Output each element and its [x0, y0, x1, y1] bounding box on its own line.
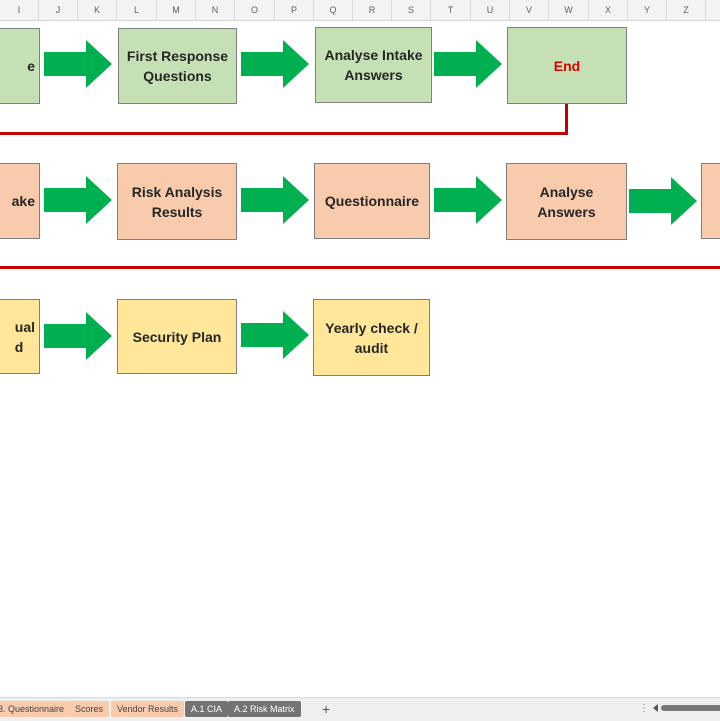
- sheet-tab-a2-risk-matrix[interactable]: A.2 Risk Matrix: [228, 701, 301, 717]
- more-options-icon[interactable]: ⋮: [639, 702, 649, 716]
- flow-box-analyse-answers[interactable]: Analyse Answers: [506, 163, 627, 240]
- column-header-r[interactable]: R: [353, 0, 392, 20]
- arrow-right-icon: [44, 312, 112, 360]
- column-header-p[interactable]: P: [275, 0, 314, 20]
- flow-box-intake[interactable]: ake: [0, 163, 40, 239]
- flow-box-label: Security Plan: [132, 328, 222, 345]
- column-header-s[interactable]: S: [392, 0, 431, 20]
- flow-box-questionnaire[interactable]: Questionnaire: [314, 163, 430, 239]
- arrow-right-icon: [434, 40, 502, 88]
- arrow-right-icon: [629, 177, 697, 225]
- arrow-right-icon: [44, 176, 112, 224]
- column-header-o[interactable]: O: [235, 0, 275, 20]
- flow-box-label-end: End: [553, 57, 581, 74]
- arrow-right-icon: [241, 311, 309, 359]
- column-header-aa[interactable]: [706, 0, 720, 20]
- sheet-tab-questionnaire[interactable]: 3. Questionnaire: [0, 701, 71, 717]
- sheet-tab-bar: 3. Questionnaire Scores Vendor Results A…: [0, 697, 720, 721]
- arrow-right-icon: [434, 176, 502, 224]
- add-sheet-button[interactable]: +: [322, 700, 330, 718]
- column-header-j[interactable]: J: [39, 0, 78, 20]
- column-header-x[interactable]: X: [589, 0, 628, 20]
- column-header-z[interactable]: Z: [667, 0, 706, 20]
- flow-box-yearly-check-audit[interactable]: Yearly check / audit: [313, 299, 430, 376]
- flow-box-label: Risk Analysis Results: [131, 183, 223, 220]
- column-header-w[interactable]: W: [549, 0, 589, 20]
- column-header-k[interactable]: K: [78, 0, 117, 20]
- scroll-left-icon[interactable]: [653, 704, 658, 712]
- column-header-bar: I J K L M N O P Q R S T U V W X Y Z: [0, 0, 720, 21]
- flow-box-label: ake: [11, 193, 35, 209]
- horizontal-scrollbar-thumb[interactable]: [661, 705, 720, 711]
- connector-line-horizontal: [0, 266, 720, 269]
- column-header-t[interactable]: T: [431, 0, 471, 20]
- flow-box-risk-analysis-results[interactable]: Risk Analysis Results: [117, 163, 237, 240]
- column-header-u[interactable]: U: [471, 0, 510, 20]
- flow-box-label: Analyse Answers: [537, 183, 596, 220]
- flow-box-label: First Response Questions: [126, 48, 229, 84]
- column-header-q[interactable]: Q: [314, 0, 353, 20]
- arrow-right-icon: [241, 40, 309, 88]
- flow-box-label: ual d: [14, 318, 35, 355]
- column-header-m[interactable]: M: [157, 0, 196, 20]
- flow-box-label: e: [27, 58, 35, 74]
- flow-box-security-plan[interactable]: Security Plan: [117, 299, 237, 374]
- flow-box-first-response-questions[interactable]: First Response Questions: [118, 28, 237, 104]
- column-header-l[interactable]: L: [117, 0, 157, 20]
- flow-box-label: Analyse Intake Answers: [324, 47, 423, 83]
- connector-line-horizontal: [0, 132, 568, 135]
- arrow-right-icon: [44, 40, 112, 88]
- column-header-i[interactable]: I: [0, 0, 39, 20]
- column-header-v[interactable]: V: [510, 0, 549, 20]
- column-header-y[interactable]: Y: [628, 0, 667, 20]
- sheet-tab-scores[interactable]: Scores: [69, 701, 110, 717]
- flow-box-annual-review[interactable]: ual d: [0, 299, 40, 374]
- flow-box-label: Yearly check / audit: [325, 319, 418, 356]
- sheet-tab-a1-cia[interactable]: A.1 CIA: [185, 701, 229, 717]
- flow-box-intake-start[interactable]: e: [0, 28, 40, 104]
- flow-box-next-step[interactable]: [701, 163, 720, 239]
- flow-box-end[interactable]: End: [507, 27, 627, 104]
- connector-line-vertical: [565, 104, 568, 135]
- sheet-tab-vendor-results[interactable]: Vendor Results: [111, 701, 185, 717]
- flow-box-label: Questionnaire: [324, 193, 420, 209]
- flow-box-analyse-intake-answers[interactable]: Analyse Intake Answers: [315, 27, 432, 103]
- column-header-n[interactable]: N: [196, 0, 235, 20]
- arrow-right-icon: [241, 176, 309, 224]
